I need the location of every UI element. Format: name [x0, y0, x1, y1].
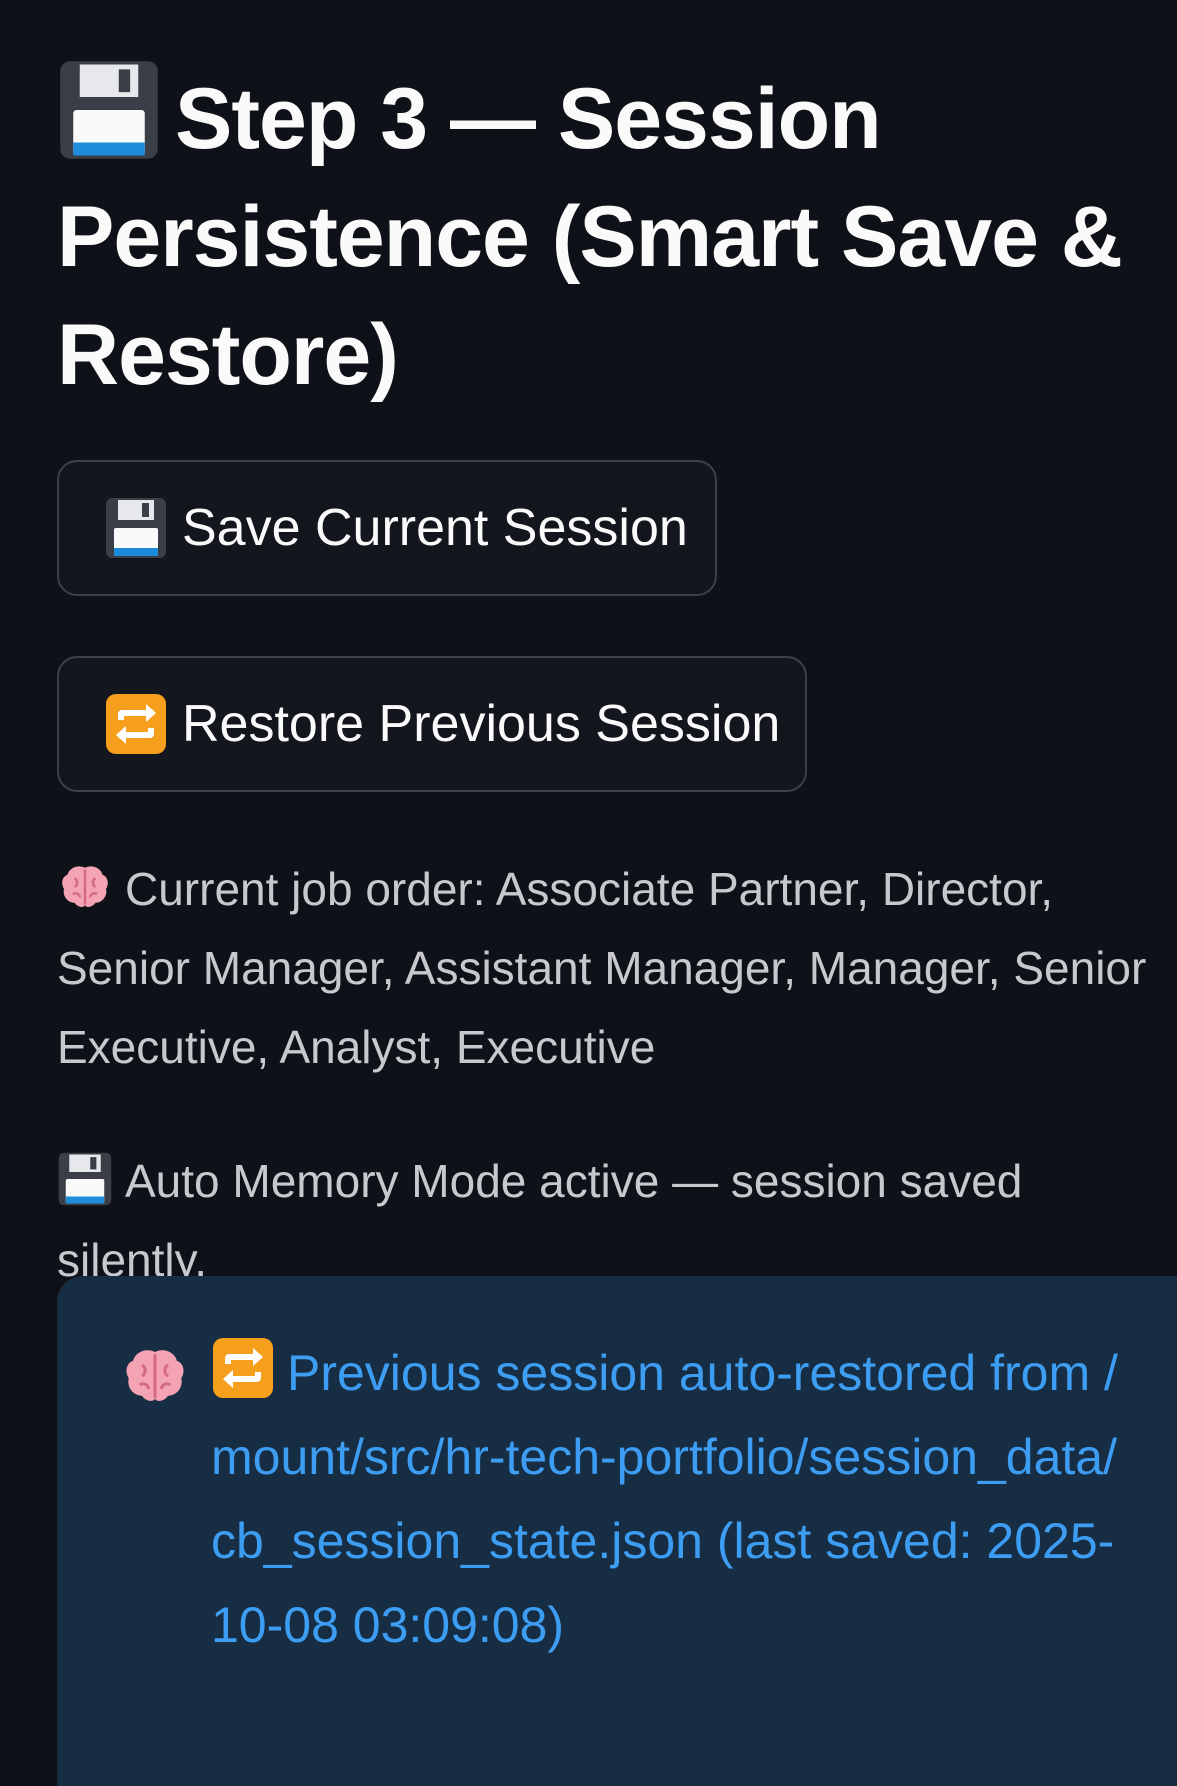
page-title: Step 3 — Session Persistence (Smart Save… — [57, 0, 1157, 414]
page-title-text: Step 3 — Session Persistence (Smart Save… — [57, 71, 1123, 403]
brain-icon — [62, 866, 108, 907]
floppy-disk-icon — [58, 1152, 112, 1206]
restore-session-button[interactable]: Restore Previous Session — [57, 656, 807, 792]
job-order-status: Current job order: Associate Partner, Di… — [57, 850, 1157, 1087]
save-session-button[interactable]: Save Current Session — [57, 460, 717, 596]
restore-info-message: Previous session auto-restored from /mou… — [211, 1331, 1141, 1667]
repeat-arrows-icon — [213, 1338, 273, 1398]
save-session-label: Save Current Session — [182, 499, 688, 557]
auto-memory-text: Auto Memory Mode active — session saved … — [57, 1155, 1023, 1286]
job-order-text: Current job order: Associate Partner, Di… — [57, 863, 1147, 1073]
restore-info-box: Previous session auto-restored from /mou… — [57, 1276, 1177, 1786]
repeat-arrows-icon — [106, 694, 166, 754]
restore-session-label: Restore Previous Session — [182, 695, 781, 753]
brain-icon — [126, 1350, 184, 1401]
session-persistence-page: Step 3 — Session Persistence (Smart Save… — [0, 0, 1177, 1786]
restore-info-text: Previous session auto-restored from /mou… — [211, 1345, 1118, 1653]
floppy-disk-icon — [106, 498, 166, 558]
floppy-disk-icon — [60, 61, 158, 159]
